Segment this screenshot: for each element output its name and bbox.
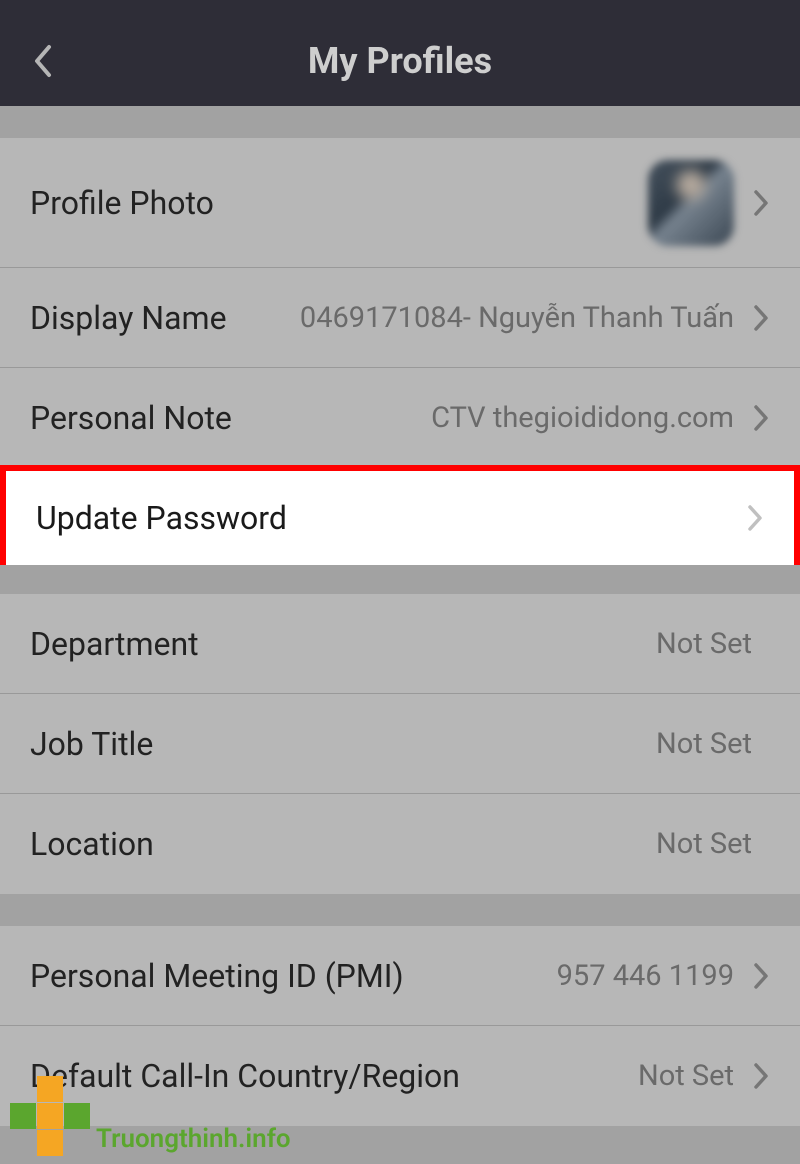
watermark: Truongthinh.info — [10, 1076, 291, 1156]
row-label: Update Password — [36, 499, 287, 537]
watermark-text: Truongthinh.info — [96, 1124, 291, 1154]
row-display-name[interactable]: Display Name 0469171084- Nguyễn Thanh Tu… — [0, 268, 800, 368]
avatar — [648, 160, 734, 246]
section-gap — [0, 894, 800, 926]
chevron-right-icon — [752, 188, 770, 218]
status-bar — [0, 0, 800, 16]
row-value: 957 446 1199 — [404, 959, 752, 993]
row-label: Personal Meeting ID (PMI) — [30, 957, 404, 995]
row-value: Not Set — [460, 1059, 752, 1093]
row-label: Personal Note — [30, 399, 232, 437]
page-title: My Profiles — [0, 40, 800, 82]
row-pmi[interactable]: Personal Meeting ID (PMI) 957 446 1199 — [0, 926, 800, 1026]
row-value: Not Set — [153, 727, 770, 761]
row-value: Not Set — [199, 627, 770, 661]
chevron-right-icon — [752, 961, 770, 991]
row-personal-note[interactable]: Personal Note CTV thegioididong.com — [0, 368, 800, 468]
chevron-right-icon — [752, 1061, 770, 1091]
section-gap — [0, 106, 800, 138]
row-location[interactable]: Location Not Set — [0, 794, 800, 894]
row-label: Profile Photo — [30, 184, 214, 222]
row-value: 0469171084- Nguyễn Thanh Tuấn — [227, 301, 752, 335]
back-button[interactable] — [22, 41, 62, 81]
section-work: Department Not Set Job Title Not Set Loc… — [0, 594, 800, 894]
section-gap — [0, 562, 800, 594]
row-label: Display Name — [30, 299, 227, 337]
row-label: Location — [30, 825, 154, 863]
chevron-right-icon — [752, 303, 770, 333]
chevron-left-icon — [31, 43, 53, 79]
row-label: Department — [30, 625, 199, 663]
row-update-password[interactable]: Update Password — [0, 465, 800, 565]
section-profile: Profile Photo Display Name 0469171084- N… — [0, 138, 800, 565]
row-value: CTV thegioididong.com — [232, 401, 752, 435]
chevron-right-icon — [746, 503, 764, 533]
header-bar: My Profiles — [0, 16, 800, 106]
row-profile-photo[interactable]: Profile Photo — [0, 138, 800, 268]
chevron-right-icon — [752, 403, 770, 433]
row-department[interactable]: Department Not Set — [0, 594, 800, 694]
watermark-logo-icon — [10, 1076, 90, 1156]
row-label: Job Title — [30, 725, 153, 763]
row-job-title[interactable]: Job Title Not Set — [0, 694, 800, 794]
row-value: Not Set — [154, 827, 770, 861]
